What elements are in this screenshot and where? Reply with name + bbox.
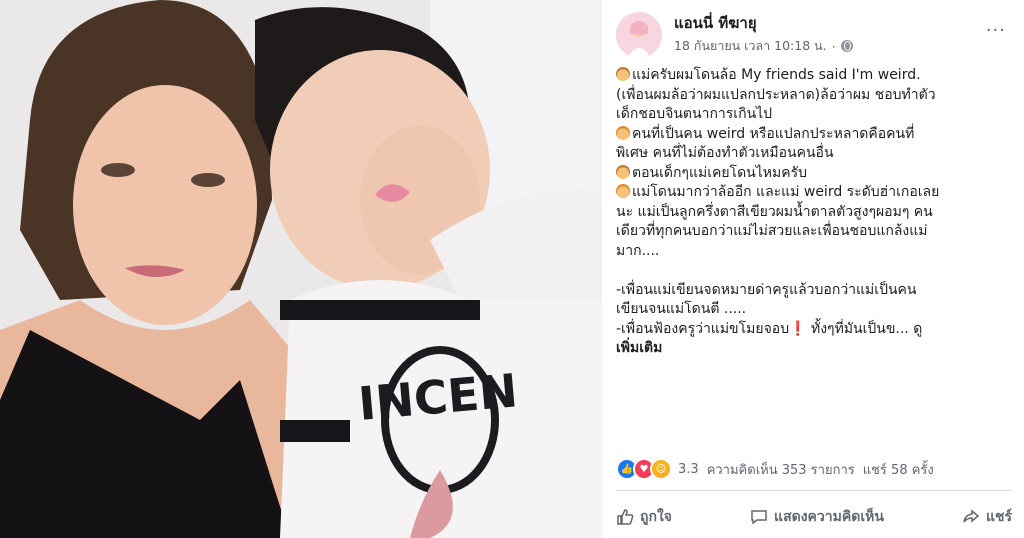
post-line: พิเศษ คนที่ไม่ต้องทำตัวเหมือนคนอื่น	[616, 145, 834, 161]
post-line: แม่โดนมากว่าล้ออีก และแม่ weird ระดับฮ่า…	[616, 183, 1012, 203]
post-line: (เพื่อนผมล้อว่าผมแปลกประหลาด)ล้อว่าผม ชอ…	[616, 86, 936, 103]
post-line: เดียวที่ทุกคนบอกว่าแม่ไม่สวยและเพื่อนชอบ…	[616, 223, 928, 239]
globe-icon[interactable]	[840, 40, 853, 52]
selfie-photo: INCEN	[0, 0, 602, 538]
post-line: -เพื่อนฟ้องครูว่าแม่ขโมยจอบ❗ ทั้งๆที่มัน…	[616, 320, 923, 337]
post-line: นะ แม่เป็นลูกครึ่งตาสีเขียวผมน้ำตาลตัวสู…	[616, 203, 933, 220]
author-avatar[interactable]	[616, 12, 662, 58]
post-line: คนที่เป็นคน weird หรือแปลกประหลาดคือคนที…	[616, 125, 1012, 145]
post-text: แม่ครับผมโดนล้อ My friends said I'm weir…	[616, 66, 1012, 359]
post-actions: ถูกใจ แสดงความคิดเห็น แชร์	[616, 506, 1012, 528]
post-panel: แอนนี่ ทีฆายุ 18 กันยายน เวลา 10:18 น. ·…	[602, 0, 1024, 538]
boy-emoji-icon	[616, 164, 630, 179]
author-name[interactable]: แอนนี่ ทีฆายุ	[674, 11, 757, 35]
post-blank-line	[616, 261, 1012, 281]
share-count[interactable]: แชร์ 58 ครั้ง	[863, 459, 934, 480]
comment-icon	[751, 510, 767, 525]
woman-emoji-icon	[616, 125, 630, 140]
share-button[interactable]: แชร์	[962, 506, 1012, 528]
like-label: ถูกใจ	[640, 509, 672, 525]
post-line: -เพื่อนแม่เขียนจดหมายด่าครูแล้วบอกว่าแม่…	[616, 281, 917, 298]
post-stats: 👍 ♥ ☺ 3.3 ความคิดเห็น 353 รายการ แชร์ 58…	[616, 458, 1016, 480]
post-photo[interactable]: INCEN	[0, 0, 602, 538]
see-more-link[interactable]: เพิ่มเติม	[616, 339, 1012, 359]
post-line: มาก....	[616, 242, 660, 259]
comment-label: แสดงความคิดเห็น	[774, 509, 884, 525]
post-timestamp[interactable]: 18 กันยายน เวลา 10:18 น.	[674, 36, 827, 56]
comment-button[interactable]: แสดงความคิดเห็น	[750, 506, 884, 528]
woman-emoji-icon	[616, 184, 630, 198]
thumbs-up-icon	[617, 509, 634, 525]
comment-count[interactable]: ความคิดเห็น 353 รายการ	[707, 459, 855, 480]
more-options-button[interactable]: ···	[986, 20, 1006, 41]
post-line: เขียนจนแม่โดนตี .....	[616, 301, 747, 317]
reactions[interactable]: 👍 ♥ ☺	[616, 458, 672, 480]
haha-reaction-icon: ☺	[650, 458, 672, 480]
divider	[616, 490, 1012, 491]
post-meta: 18 กันยายน เวลา 10:18 น. ·	[674, 36, 853, 56]
post-line: เด็กชอบจินตนาการเกินไป	[616, 106, 773, 122]
share-label: แชร์	[985, 509, 1012, 525]
post-line: ตอนเด็กๆแม่เคยโดนไหมครับ	[616, 164, 1012, 184]
post-line: แม่ครับผมโดนล้อ My friends said I'm weir…	[616, 66, 1012, 86]
like-button[interactable]: ถูกใจ	[616, 506, 672, 528]
exclamation-icon: ❗	[789, 320, 807, 337]
meta-separator: ·	[831, 38, 836, 54]
share-icon	[963, 509, 980, 523]
reaction-count[interactable]: 3.3	[678, 462, 699, 477]
boy-emoji-icon	[616, 67, 630, 81]
